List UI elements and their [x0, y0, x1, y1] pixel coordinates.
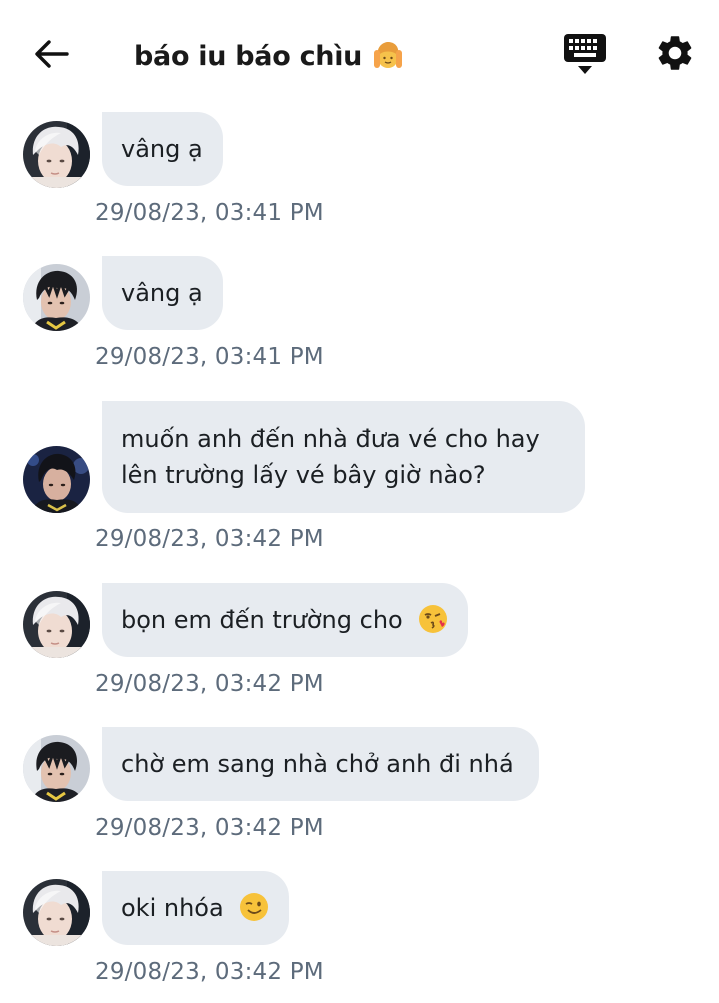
message-list[interactable]: vâng ạ 29/08/23, 03:41 PM vâng ạ 29/08/2…	[0, 0, 719, 1003]
message-timestamp: 29/08/23, 03:42 PM	[95, 671, 324, 697]
avatar-dark-hair-icon	[23, 735, 90, 802]
message-bubble[interactable]: chờ em sang nhà chở anh đi nhá	[102, 727, 539, 801]
message-timestamp: 29/08/23, 03:42 PM	[95, 815, 324, 841]
avatar[interactable]	[23, 591, 90, 658]
message-text-line: muốn anh đến nhà đưa vé cho hay	[121, 425, 540, 453]
face-blowing-kiss-emoji-icon	[418, 604, 448, 634]
avatar[interactable]	[23, 446, 90, 513]
message-timestamp: 29/08/23, 03:42 PM	[95, 959, 324, 985]
message-bubble[interactable]: bọn em đến trường cho	[102, 583, 469, 657]
message-timestamp: 29/08/23, 03:41 PM	[95, 200, 324, 226]
avatar[interactable]	[23, 264, 90, 331]
message-text: bọn em đến trường cho	[121, 606, 403, 634]
message-bubble[interactable]: muốn anh đến nhà đưa vé cho hay lên trườ…	[102, 401, 585, 513]
avatar[interactable]	[23, 879, 90, 946]
message-text: oki nhóa	[121, 894, 224, 922]
avatar-silver-hair-icon	[23, 591, 90, 658]
avatar-dark-hair-blue-icon	[23, 446, 90, 513]
message-bubble[interactable]: vâng ạ	[102, 112, 223, 186]
avatar-dark-hair-icon	[23, 264, 90, 331]
winking-face-emoji-icon	[239, 892, 269, 922]
message-bubble[interactable]: vâng ạ	[102, 256, 223, 330]
avatar[interactable]	[23, 735, 90, 802]
message-timestamp: 29/08/23, 03:42 PM	[95, 526, 324, 552]
message-timestamp: 29/08/23, 03:41 PM	[95, 344, 324, 370]
message-text: vâng ạ	[121, 279, 203, 307]
message-bubble[interactable]: oki nhóa	[102, 871, 290, 945]
message-text: chờ em sang nhà chở anh đi nhá	[121, 750, 514, 778]
message-text: vâng ạ	[121, 135, 203, 163]
avatar-silver-hair-icon	[23, 121, 90, 188]
avatar[interactable]	[23, 121, 90, 188]
avatar-silver-hair-icon	[23, 879, 90, 946]
message-text-line: lên trường lấy vé bây giờ nào?	[121, 461, 486, 489]
